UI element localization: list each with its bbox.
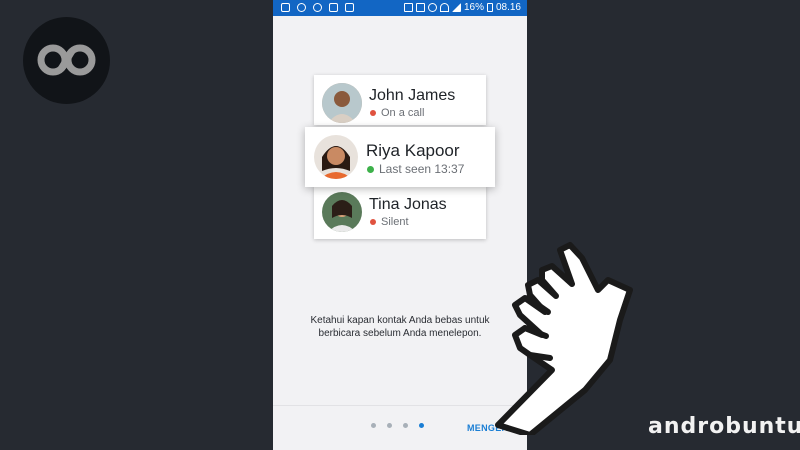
image-icon xyxy=(329,3,338,12)
contact-card-riya: Riya Kapoor Last seen 13:37 xyxy=(305,127,495,187)
contact-status: On a call xyxy=(370,107,424,119)
incognito-icon xyxy=(297,3,306,12)
avatar-john xyxy=(322,83,362,123)
clock: 08.16 xyxy=(495,2,521,13)
status-dot xyxy=(370,110,376,116)
status-dot xyxy=(367,165,374,173)
phone-screen: 16% 08.16 John James On a call Tina Jona… xyxy=(273,0,527,450)
avatar-tina xyxy=(322,192,362,232)
contact-card-john: John James On a call xyxy=(314,75,486,125)
status-dot xyxy=(370,219,376,225)
avatar-riya xyxy=(314,135,358,179)
infinity-logo-icon xyxy=(37,44,96,76)
download-icon xyxy=(345,3,354,12)
contact-status: Last seen 13:37 xyxy=(367,162,464,176)
vibrate-icon xyxy=(403,3,413,12)
battery-percent: 16% xyxy=(463,2,484,13)
contact-card-tina: Tina Jonas Silent xyxy=(314,186,486,239)
signal-icon xyxy=(451,3,461,12)
page-dot xyxy=(371,423,376,428)
footer-divider xyxy=(273,405,527,406)
page-indicator xyxy=(371,423,424,428)
page-dot xyxy=(387,423,392,428)
contact-status: Silent xyxy=(370,216,409,228)
contact-name: John James xyxy=(369,87,456,104)
page-dot xyxy=(403,423,408,428)
page-dot-active xyxy=(419,423,424,428)
contact-name: Tina Jonas xyxy=(369,196,447,213)
alarm-icon xyxy=(427,3,437,12)
watermark-logo: androbuntu xyxy=(648,414,800,439)
status-right: 16% 08.16 xyxy=(403,2,521,13)
onboarding-caption: Ketahui kapan kontak Anda bebas untuk be… xyxy=(310,315,490,339)
status-bar: 16% 08.16 xyxy=(273,0,527,16)
cast-icon xyxy=(415,3,425,12)
logo-badge xyxy=(23,17,110,104)
notification-icon xyxy=(281,3,290,12)
app-icon xyxy=(313,3,322,12)
battery-icon xyxy=(486,3,493,12)
wifi-icon xyxy=(439,3,449,12)
pointing-hand-icon xyxy=(495,242,633,435)
contact-name: Riya Kapoor xyxy=(366,141,460,160)
